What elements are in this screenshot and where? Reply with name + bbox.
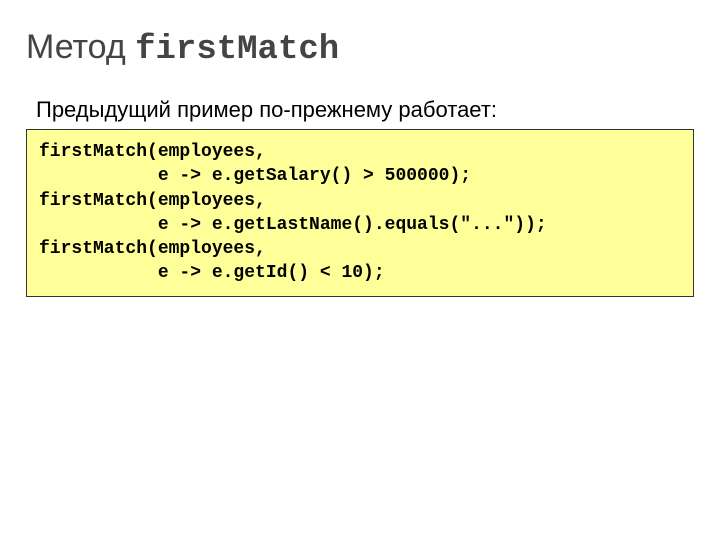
slide: Метод firstMatch Предыдущий пример по-пр… <box>0 0 720 540</box>
slide-title: Метод firstMatch <box>26 28 694 69</box>
slide-subtitle: Предыдущий пример по-прежнему работает: <box>36 97 694 123</box>
code-block: firstMatch(employees, e -> e.getSalary()… <box>26 129 694 297</box>
title-prefix: Метод <box>26 28 135 66</box>
title-method: firstMatch <box>135 31 339 69</box>
